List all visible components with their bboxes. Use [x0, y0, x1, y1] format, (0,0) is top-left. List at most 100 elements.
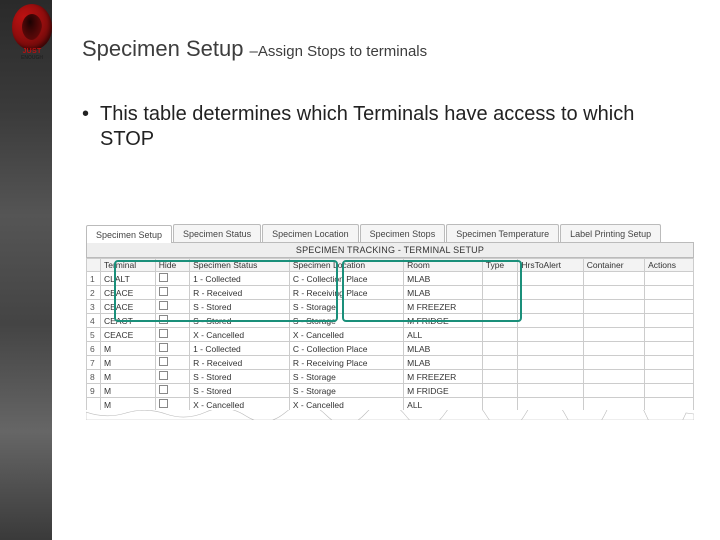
cell-terminal: M: [101, 384, 156, 398]
cell-terminal: CEACE: [101, 286, 156, 300]
screenshot: Specimen Setup Specimen Status Specimen …: [86, 224, 694, 420]
checkbox-icon[interactable]: [159, 315, 168, 324]
cell-type: [482, 300, 518, 314]
table-row[interactable]: 7MR - ReceivedR - Receiving PlaceMLAB: [87, 356, 694, 370]
cell-type: [482, 384, 518, 398]
checkbox-icon[interactable]: [159, 357, 168, 366]
cell-status: R - Received: [190, 286, 290, 300]
cell-rownum: 6: [87, 342, 101, 356]
cell-room: MLAB: [404, 272, 483, 286]
cell-room: MLAB: [404, 356, 483, 370]
cell-container: [583, 314, 644, 328]
tab-specimen-setup[interactable]: Specimen Setup: [86, 225, 172, 243]
table-row[interactable]: 6M 1 - CollectedC - Collection PlaceMLAB: [87, 342, 694, 356]
cell-type: [482, 328, 518, 342]
checkbox-icon[interactable]: [159, 329, 168, 338]
table-row[interactable]: 9MS - StoredS - StorageM FRIDGE: [87, 384, 694, 398]
tab-specimen-status[interactable]: Specimen Status: [173, 224, 261, 242]
bullet-text: This table determines which Terminals ha…: [82, 102, 682, 152]
cell-hide: [155, 314, 189, 328]
cell-terminal: M: [101, 342, 156, 356]
cell-location: R - Receiving Place: [289, 356, 403, 370]
cell-actions: [645, 314, 694, 328]
table-row[interactable]: 3CEACES - StoredS - StorageM FREEZER: [87, 300, 694, 314]
cell-hrs: [518, 342, 583, 356]
tab-specimen-stops[interactable]: Specimen Stops: [360, 224, 446, 242]
cell-type: [482, 272, 518, 286]
cell-type: [482, 356, 518, 370]
col-room: Room: [404, 259, 483, 272]
cell-location: C - Collection Place: [289, 272, 403, 286]
cell-rownum: 7: [87, 356, 101, 370]
header-row: Terminal Hide Specimen Status Specimen L…: [87, 259, 694, 272]
tab-specimen-location[interactable]: Specimen Location: [262, 224, 359, 242]
checkbox-icon[interactable]: [159, 399, 168, 408]
tabs: Specimen Setup Specimen Status Specimen …: [86, 224, 694, 243]
cell-type: [482, 314, 518, 328]
cell-room: MLAB: [404, 342, 483, 356]
cell-hide: [155, 328, 189, 342]
section-band: SPECIMEN TRACKING - TERMINAL SETUP: [86, 243, 694, 258]
cell-hide: [155, 342, 189, 356]
col-hrs: HrsToAlert: [518, 259, 583, 272]
checkbox-icon[interactable]: [159, 273, 168, 282]
tab-specimen-temperature[interactable]: Specimen Temperature: [446, 224, 559, 242]
logo-icon: [12, 4, 52, 50]
cell-type: [482, 342, 518, 356]
col-container: Container: [583, 259, 644, 272]
cell-container: [583, 300, 644, 314]
cell-hide: [155, 370, 189, 384]
checkbox-icon[interactable]: [159, 301, 168, 310]
page-title: Specimen Setup –Assign Stops to terminal…: [82, 36, 702, 62]
title-sub: –Assign Stops to terminals: [250, 43, 428, 60]
cell-actions: [645, 342, 694, 356]
logo-line2: ENOUGH: [12, 55, 52, 62]
tab-label-printing[interactable]: Label Printing Setup: [560, 224, 661, 242]
cell-terminal: M: [101, 370, 156, 384]
cell-hrs: [518, 384, 583, 398]
cell-container: [583, 384, 644, 398]
content: Specimen Setup –Assign Stops to terminal…: [82, 36, 702, 152]
cell-location: S - Storage: [289, 384, 403, 398]
cell-rownum: 8: [87, 370, 101, 384]
checkbox-icon[interactable]: [159, 287, 168, 296]
logo-line1: JUST: [22, 48, 41, 55]
cell-rownum: 9: [87, 384, 101, 398]
terminal-table: Terminal Hide Specimen Status Specimen L…: [86, 258, 694, 412]
cell-terminal: CLALT: [101, 272, 156, 286]
cell-location: C - Collection Place: [289, 342, 403, 356]
cell-container: [583, 342, 644, 356]
cell-container: [583, 370, 644, 384]
cell-room: M FRIDGE: [404, 314, 483, 328]
table-row[interactable]: 4CEACTS - StoredS - StorageM FRIDGE: [87, 314, 694, 328]
table-row[interactable]: 2CEACE R - ReceivedR - Receiving PlaceMLA…: [87, 286, 694, 300]
cell-location: R - Receiving Place: [289, 286, 403, 300]
cell-room: MLAB: [404, 286, 483, 300]
cell-rownum: 5: [87, 328, 101, 342]
cell-terminal: M: [101, 356, 156, 370]
cell-location: X - Cancelled: [289, 328, 403, 342]
cell-room: ALL: [404, 328, 483, 342]
col-hide: Hide: [155, 259, 189, 272]
col-terminal: Terminal: [101, 259, 156, 272]
cell-rownum: 2: [87, 286, 101, 300]
table-row[interactable]: 1CLALT1 - CollectedC - Collection PlaceM…: [87, 272, 694, 286]
checkbox-icon[interactable]: [159, 343, 168, 352]
cell-status: 1 - Collected: [190, 342, 290, 356]
col-actions: Actions: [645, 259, 694, 272]
checkbox-icon[interactable]: [159, 371, 168, 380]
cell-container: [583, 286, 644, 300]
cell-status: S - Stored: [190, 370, 290, 384]
checkbox-icon[interactable]: [159, 385, 168, 394]
cell-hide: [155, 272, 189, 286]
cell-terminal: CEACE: [101, 328, 156, 342]
cell-hrs: [518, 300, 583, 314]
table-row[interactable]: 5CEACEX - CancelledX - CancelledALL: [87, 328, 694, 342]
table-body: 1CLALT1 - CollectedC - Collection PlaceM…: [87, 272, 694, 412]
cell-room: M FREEZER: [404, 300, 483, 314]
cell-container: [583, 328, 644, 342]
table-row[interactable]: 8MS - StoredS - StorageM FREEZER: [87, 370, 694, 384]
title-main: Specimen Setup: [82, 36, 250, 61]
col-location: Specimen Location: [289, 259, 403, 272]
left-stripe: [0, 0, 52, 540]
